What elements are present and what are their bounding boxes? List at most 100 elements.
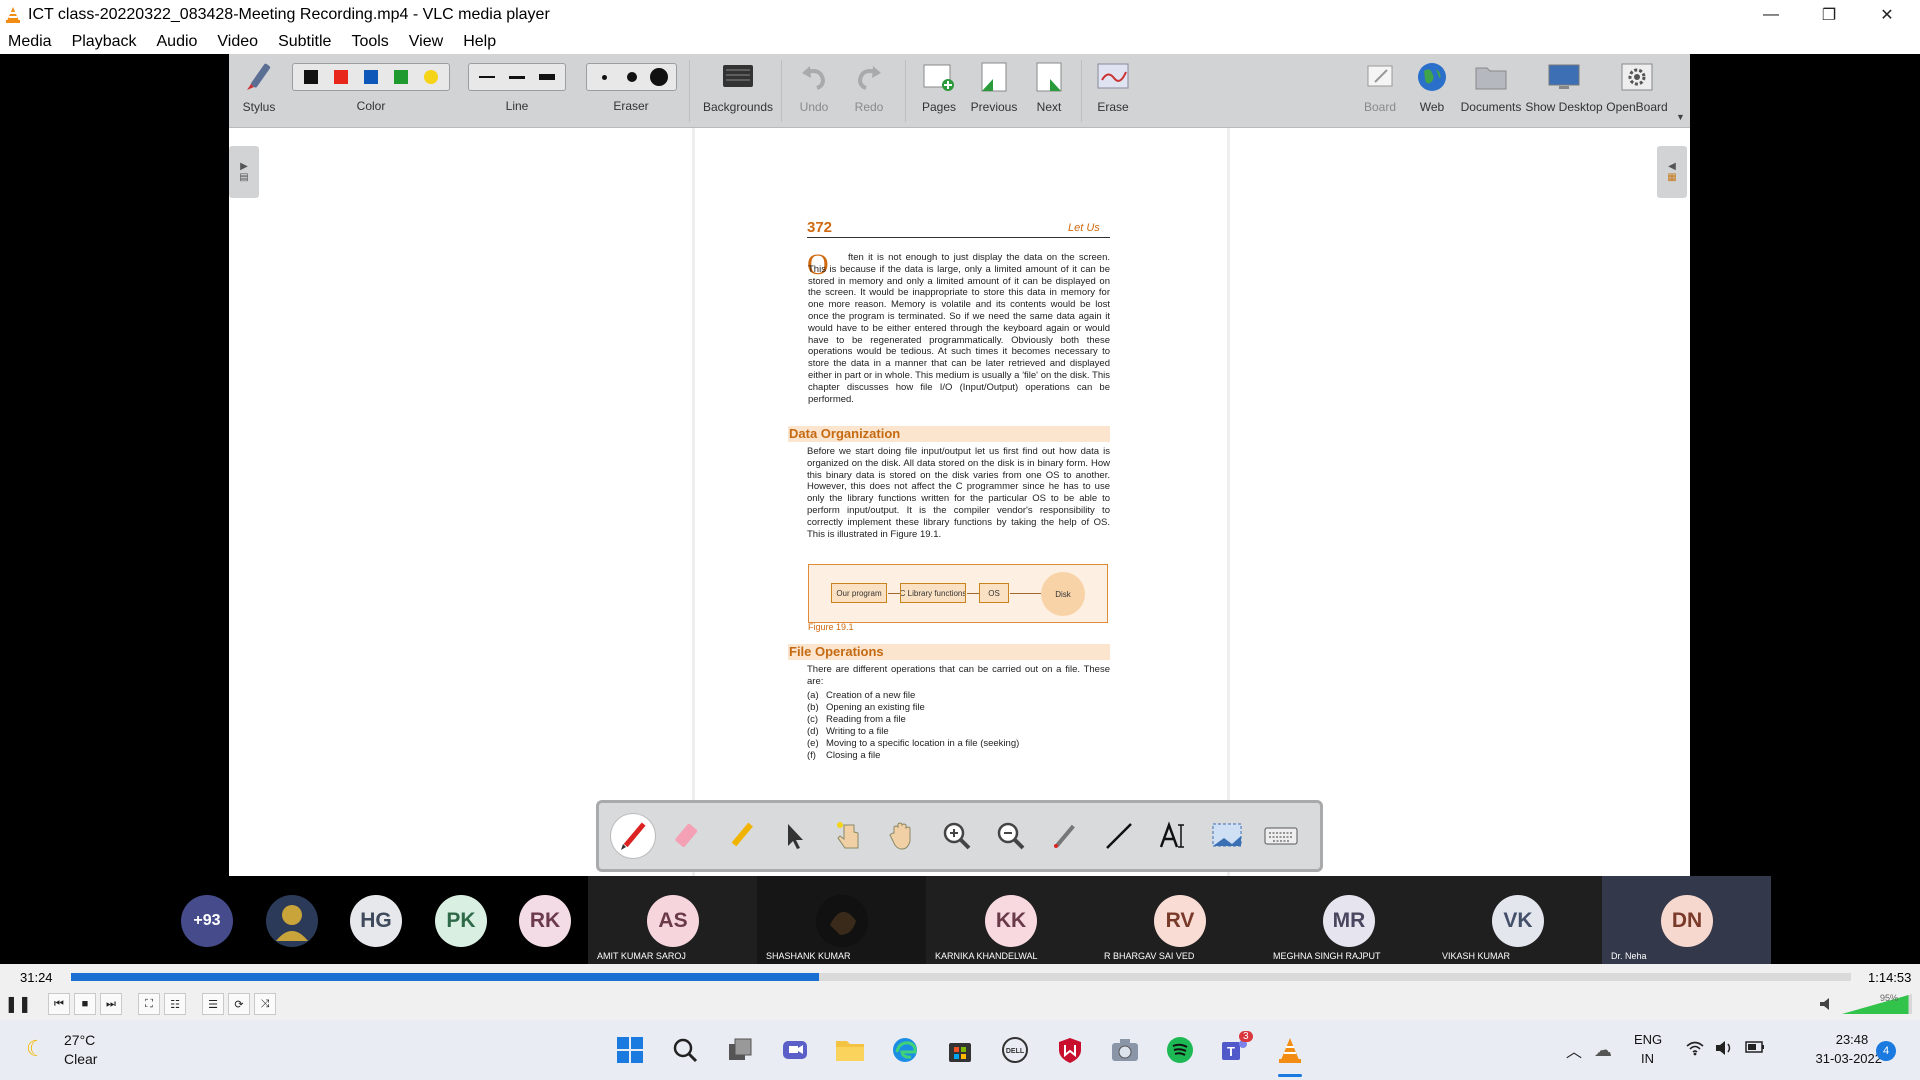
text-tool[interactable]: [1151, 814, 1195, 858]
web-button[interactable]: Web: [1412, 58, 1452, 114]
stop-button[interactable]: ■: [74, 993, 96, 1015]
extended-settings-button[interactable]: ☷: [164, 993, 186, 1015]
battery-icon[interactable]: [1745, 1040, 1765, 1059]
input-region[interactable]: IN: [1641, 1051, 1654, 1066]
avatar[interactable]: RK: [519, 895, 571, 947]
store-button[interactable]: [944, 1034, 976, 1066]
clock-date[interactable]: 31-03-2022: [1782, 1051, 1883, 1066]
line-thin-icon[interactable]: [479, 76, 495, 78]
spotify-button[interactable]: [1164, 1034, 1196, 1066]
weather-temperature[interactable]: 27°C: [64, 1032, 95, 1048]
participant-tile[interactable]: MR MEGHNA SINGH RAJPUT: [1264, 876, 1434, 966]
highlighter-tool[interactable]: [719, 814, 763, 858]
close-button[interactable]: ✕: [1858, 0, 1916, 30]
menu-playback[interactable]: Playback: [72, 33, 137, 51]
shuffle-button[interactable]: ⤨: [254, 993, 276, 1015]
search-taskbar-button[interactable]: [669, 1034, 701, 1066]
eraser-medium-icon[interactable]: [626, 72, 637, 82]
eraser-tool[interactable]: [665, 814, 709, 858]
seek-bar[interactable]: [71, 973, 1851, 981]
backgrounds-button[interactable]: Backgrounds: [703, 58, 773, 114]
line-thick-icon[interactable]: [539, 74, 555, 80]
eraser-large-icon[interactable]: [649, 68, 668, 86]
input-language[interactable]: ENG: [1634, 1032, 1662, 1047]
restore-button[interactable]: ❐: [1800, 0, 1858, 30]
openboard-menu-button[interactable]: OpenBoard: [1605, 58, 1669, 114]
stylus-tool[interactable]: Stylus: [235, 58, 283, 114]
laser-pointer-tool[interactable]: [1043, 814, 1087, 858]
menu-audio[interactable]: Audio: [157, 33, 198, 51]
pen-tool[interactable]: [611, 814, 655, 858]
avatar[interactable]: HG: [350, 895, 402, 947]
mcafee-button[interactable]: [1054, 1034, 1086, 1066]
color-swatch[interactable]: [334, 70, 348, 84]
next-page-button[interactable]: Next: [1027, 58, 1071, 114]
vlc-taskbar-button[interactable]: [1274, 1034, 1306, 1066]
selector-tool[interactable]: [773, 814, 817, 858]
pages-button[interactable]: Pages: [915, 58, 963, 114]
menu-view[interactable]: View: [409, 33, 443, 51]
line-medium-icon[interactable]: [509, 75, 525, 79]
participant-tile[interactable]: VK VIKASH KUMAR: [1433, 876, 1603, 966]
chevron-down-icon[interactable]: ▼: [1676, 112, 1685, 122]
keyboard-tool[interactable]: [1259, 814, 1303, 858]
hand-tool[interactable]: [881, 814, 925, 858]
undo-button[interactable]: Undo: [790, 58, 838, 114]
more-participants-badge[interactable]: +93: [181, 895, 233, 947]
color-swatch[interactable]: [364, 70, 378, 84]
show-desktop-button[interactable]: Show Desktop: [1525, 58, 1603, 114]
participant-tile[interactable]: SHASHANK KUMAR: [757, 876, 927, 966]
playlist-button[interactable]: ☰: [202, 993, 224, 1015]
zoom-out-tool[interactable]: [989, 814, 1033, 858]
loop-button[interactable]: ⟳: [228, 993, 250, 1015]
weather-condition[interactable]: Clear: [64, 1051, 97, 1067]
right-panel-toggle[interactable]: ◀ ▦: [1657, 146, 1687, 198]
capture-tool[interactable]: [1205, 814, 1249, 858]
volume-slider[interactable]: 95%: [1818, 992, 1914, 1016]
menu-video[interactable]: Video: [217, 33, 258, 51]
start-button[interactable]: [614, 1034, 646, 1066]
fullscreen-button[interactable]: ⛶: [138, 993, 160, 1015]
previous-button[interactable]: ⏮: [48, 993, 70, 1015]
erase-button[interactable]: Erase: [1091, 58, 1135, 114]
menu-help[interactable]: Help: [463, 33, 496, 51]
line-width-picker[interactable]: Line: [468, 58, 566, 113]
color-swatch[interactable]: [394, 70, 408, 84]
line-tool[interactable]: [1097, 814, 1141, 858]
left-panel-toggle[interactable]: ▶ ▤: [229, 146, 259, 198]
dell-app-button[interactable]: DELL: [999, 1034, 1031, 1066]
notification-badge[interactable]: 4: [1876, 1041, 1896, 1061]
interact-tool[interactable]: [827, 814, 871, 858]
redo-button[interactable]: Redo: [845, 58, 893, 114]
speaker-icon[interactable]: [1714, 1039, 1734, 1062]
color-swatch[interactable]: [424, 70, 438, 84]
avatar[interactable]: PK: [435, 895, 487, 947]
color-swatch[interactable]: [304, 70, 318, 84]
teams-button[interactable]: T 3: [1219, 1031, 1253, 1066]
chevron-up-icon[interactable]: ︿: [1566, 1038, 1582, 1062]
chat-button[interactable]: [779, 1034, 811, 1066]
participant-tile[interactable]: AS AMIT KUMAR SAROJ: [588, 876, 758, 966]
camera-button[interactable]: [1109, 1034, 1141, 1066]
zoom-in-tool[interactable]: [935, 814, 979, 858]
next-button[interactable]: ⏭: [100, 993, 122, 1015]
task-view-button[interactable]: [724, 1034, 756, 1066]
documents-button[interactable]: Documents: [1459, 58, 1523, 114]
moon-weather-icon[interactable]: ☾: [26, 1036, 46, 1062]
menu-tools[interactable]: Tools: [351, 33, 388, 51]
participant-tile[interactable]: KK KARNIKA KHANDELWAL: [926, 876, 1096, 966]
eraser-size-picker[interactable]: Eraser: [583, 58, 679, 113]
previous-page-button[interactable]: Previous: [969, 58, 1019, 114]
menu-media[interactable]: Media: [8, 33, 52, 51]
avatar[interactable]: [266, 895, 318, 947]
color-picker[interactable]: Color: [291, 58, 451, 113]
edge-button[interactable]: [889, 1034, 921, 1066]
board-button[interactable]: Board: [1360, 58, 1400, 114]
clock-time[interactable]: 23:48: [1822, 1032, 1882, 1047]
file-explorer-button[interactable]: [834, 1034, 866, 1066]
participant-tile[interactable]: RV R BHARGAV SAI VED: [1095, 876, 1265, 966]
onedrive-cloud-icon[interactable]: ☁: [1594, 1040, 1612, 1061]
menu-subtitle[interactable]: Subtitle: [278, 33, 331, 51]
participant-tile[interactable]: DN Dr. Neha: [1602, 876, 1771, 966]
minimize-button[interactable]: —: [1742, 0, 1800, 30]
